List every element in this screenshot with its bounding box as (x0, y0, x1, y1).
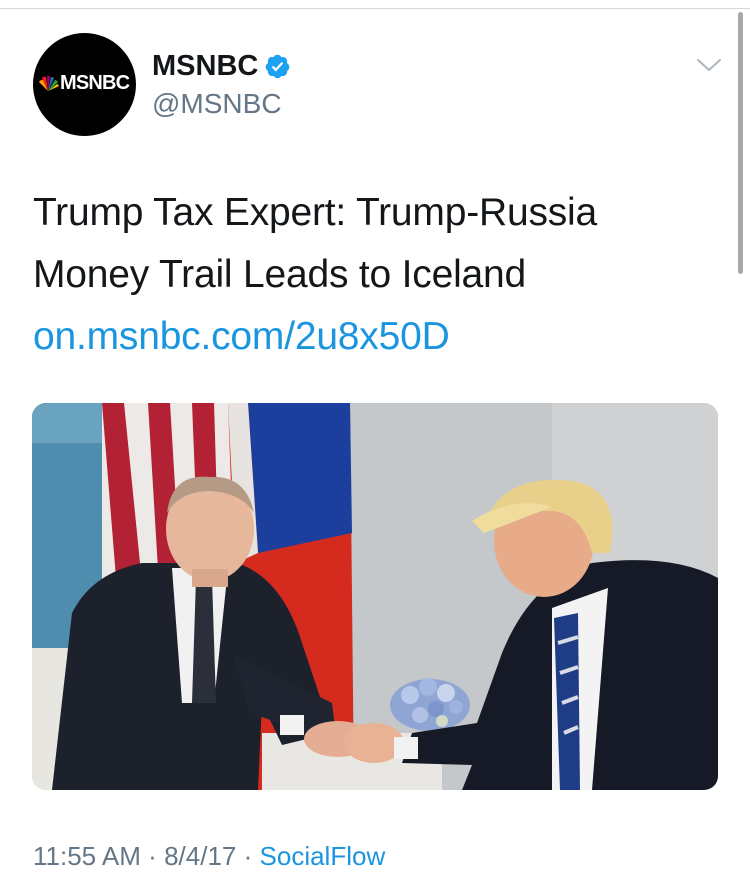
avatar[interactable]: MSNBC (33, 33, 136, 136)
author-handle[interactable]: @MSNBC (152, 88, 282, 120)
scrollbar[interactable] (738, 12, 743, 274)
meta-separator: · (148, 841, 157, 871)
verified-badge-icon (266, 54, 290, 78)
author-display-name[interactable]: MSNBC (152, 50, 258, 82)
photo-handshake (32, 403, 718, 790)
tweet-source[interactable]: SocialFlow (260, 841, 386, 871)
tweet-text: Trump Tax Expert: Trump-Russia Money Tra… (33, 182, 723, 368)
tweet-time[interactable]: 11:55 AM (33, 841, 141, 871)
tweet-meta: 11:55 AM · 8/4/17 · SocialFlow (33, 841, 385, 871)
author-display-name-row[interactable]: MSNBC (152, 50, 291, 82)
tweet-text-line: Trump Tax Expert: Trump-Russia (33, 191, 597, 234)
tweet-date[interactable]: 8/4/17 (164, 841, 236, 871)
nbc-peacock-icon (39, 75, 59, 91)
tweet-link[interactable]: on.msnbc.com/2u8x50D (33, 306, 723, 368)
tweet-photo[interactable] (32, 403, 718, 790)
top-divider (0, 8, 750, 9)
meta-separator: · (243, 841, 253, 871)
avatar-logo: MSNBC (37, 72, 130, 95)
tweet-text-line: Money Trail Leads to Iceland (33, 253, 527, 296)
avatar-logo-text: MSNBC (60, 72, 130, 94)
chevron-down-icon[interactable] (696, 55, 722, 75)
